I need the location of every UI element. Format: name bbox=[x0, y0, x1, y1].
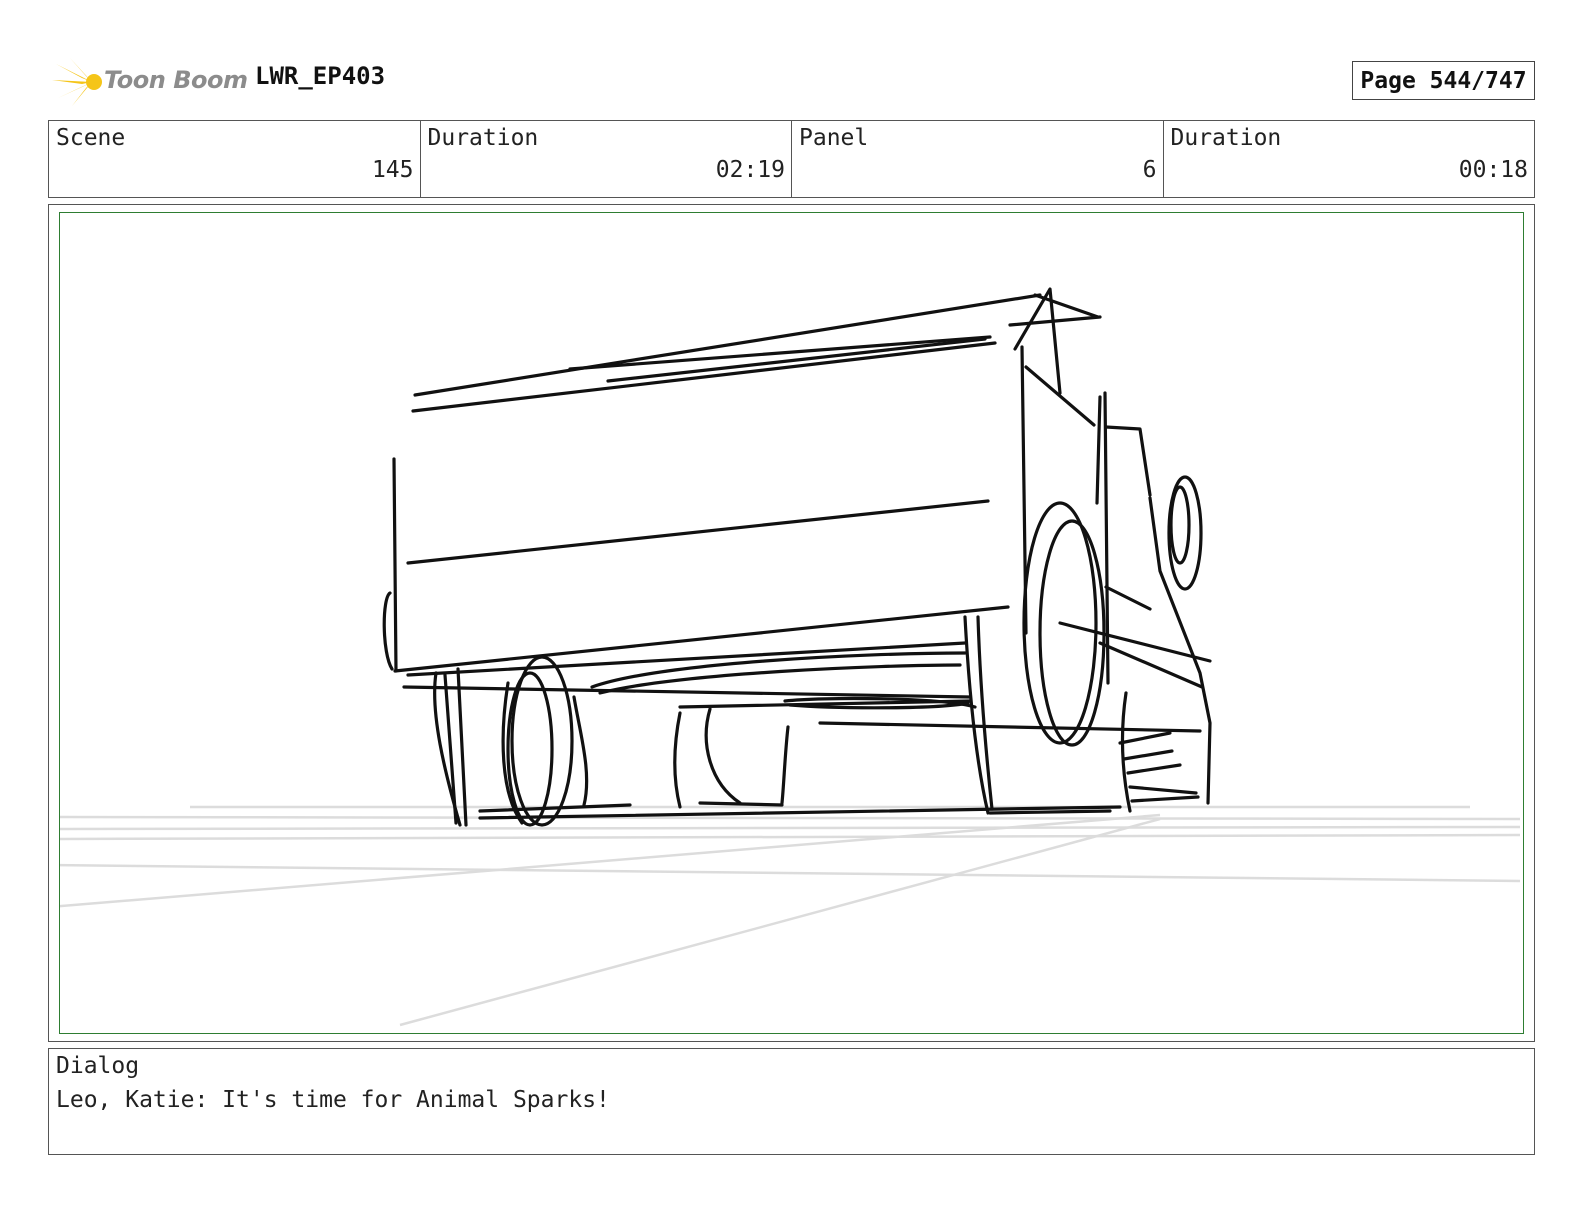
panel-image bbox=[59, 212, 1524, 1034]
panel-value: 6 bbox=[1142, 157, 1157, 183]
page-number: Page 544/747 bbox=[1360, 67, 1527, 94]
logo-text: Toon Boom bbox=[104, 66, 248, 94]
panel-duration-cell: Duration 00:18 bbox=[1164, 121, 1535, 197]
panel-label: Panel bbox=[799, 125, 869, 151]
panel-duration-label: Duration bbox=[1170, 125, 1282, 151]
panel-cell: Panel 6 bbox=[792, 121, 1164, 197]
dialog-text: Leo, Katie: It's time for Animal Sparks! bbox=[56, 1087, 610, 1113]
page-number-box: Page 544/747 bbox=[1352, 61, 1535, 100]
dialog-box: Dialog Leo, Katie: It's time for Animal … bbox=[48, 1048, 1535, 1155]
scene-duration-cell: Duration 02:19 bbox=[421, 121, 792, 197]
scene-cell: Scene 145 bbox=[49, 121, 421, 197]
dialog-label: Dialog bbox=[56, 1053, 140, 1079]
scene-label: Scene bbox=[56, 125, 126, 151]
panel-duration-value: 00:18 bbox=[1458, 157, 1528, 183]
scene-duration-label: Duration bbox=[427, 125, 539, 151]
truck-lines bbox=[382, 287, 1212, 827]
ground-guide-lines bbox=[60, 805, 1521, 1027]
episode-title: LWR_EP403 bbox=[255, 62, 386, 90]
scene-info-table: Scene 145 Duration 02:19 Panel 6 Duratio… bbox=[48, 120, 1535, 198]
scene-duration-value: 02:19 bbox=[715, 157, 785, 183]
truck-sketch-image bbox=[60, 287, 1521, 1027]
scene-value: 145 bbox=[371, 157, 414, 183]
